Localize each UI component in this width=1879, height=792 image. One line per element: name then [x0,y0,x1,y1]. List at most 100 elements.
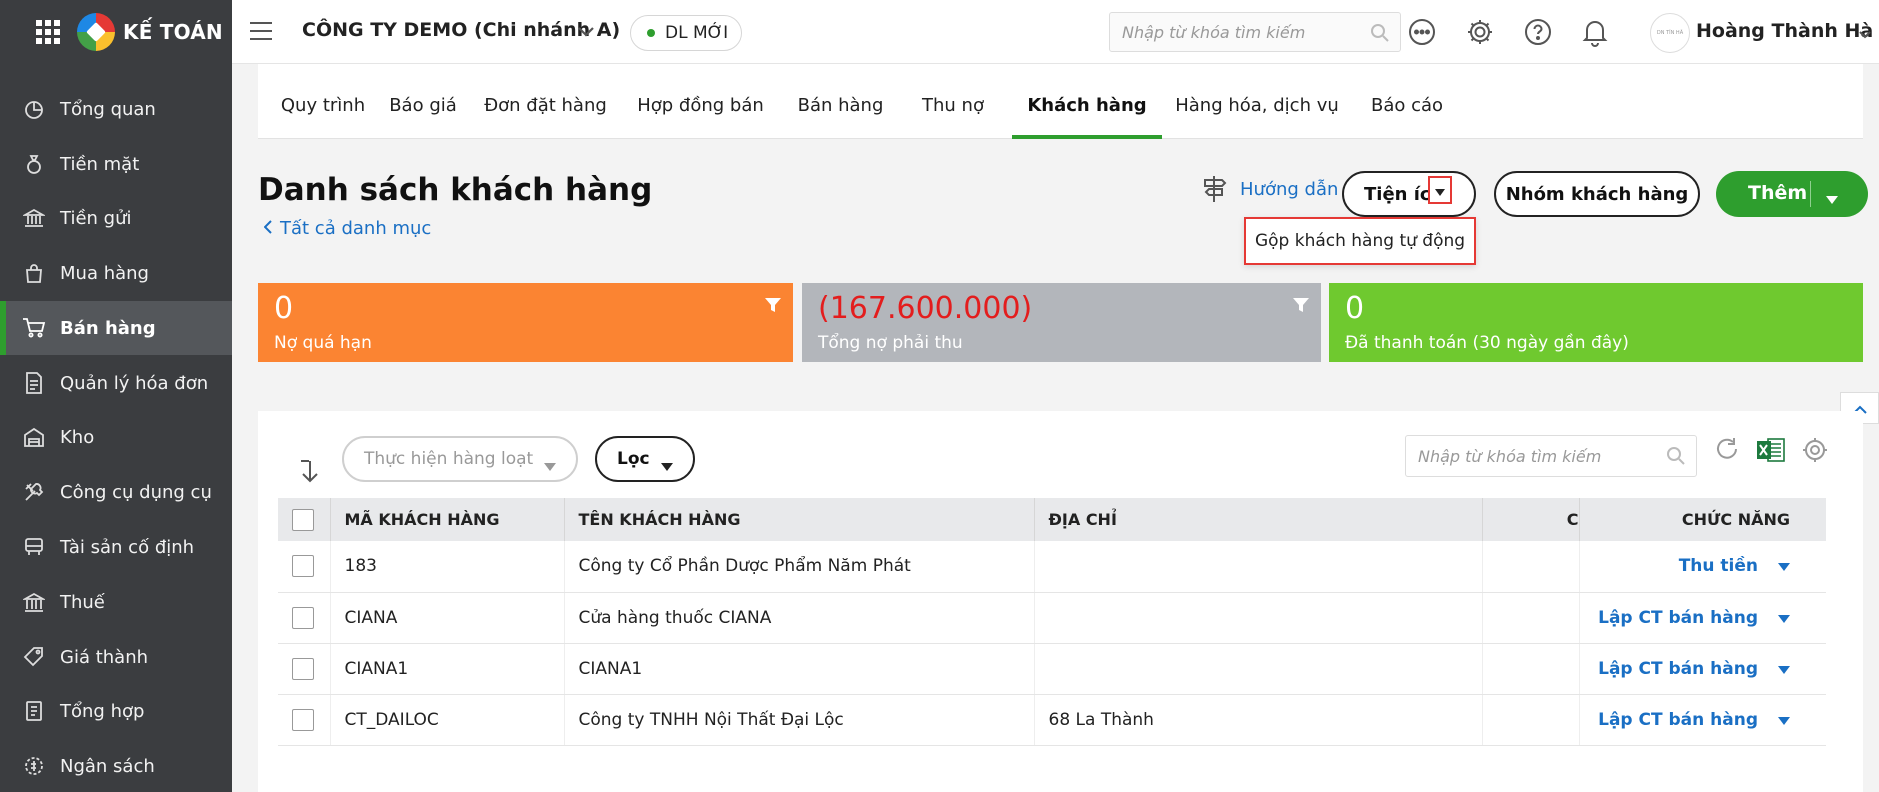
breadcrumb-label: Tất cả danh mục [280,218,432,239]
sidebar-item-tien-mat[interactable]: Tiền mặt [0,137,232,191]
column-header-address[interactable]: ĐỊA CHỈ [1034,498,1483,541]
column-header-extra[interactable]: C [1482,498,1580,541]
sidebar-item-gia-thanh[interactable]: Giá thành [0,630,232,684]
global-search-input[interactable]: Nhập từ khóa tìm kiếm [1109,12,1401,52]
user-name[interactable]: Hoàng Thành Hà [1696,20,1873,42]
row-action-cell: Lập CT bán hàng [1579,643,1826,695]
filter-icon[interactable] [765,297,781,318]
tab-ban-hang[interactable]: Bán hàng [778,64,903,139]
settings-gear-icon[interactable] [1465,17,1495,47]
sidebar-item-cong-cu-dung-cu[interactable]: Công cụ dụng cụ [0,465,232,519]
sidebar-item-quan-ly-hoa-don[interactable]: Quản lý hóa đơn [0,356,232,410]
bulk-action-button[interactable]: Thực hiện hàng loạt [342,436,578,482]
data-status-badge[interactable]: DL MỚI [630,15,742,51]
sidebar-item-label: Tổng quan [60,98,156,120]
customer-code: CT_DAILOC [330,694,565,746]
row-checkbox[interactable] [292,606,314,629]
refresh-icon[interactable] [1710,433,1744,467]
customer-name: Cửa hàng thuốc CIANA [564,592,1035,644]
company-selector[interactable]: CÔNG TY DEMO (Chi nhánh A) [302,19,620,41]
utilities-dropdown-toggle[interactable] [1428,176,1452,204]
avatar[interactable]: DN TÍN HÃ [1650,13,1690,53]
app-grid-icon[interactable] [36,20,60,44]
tab-thu-no[interactable]: Thu nợ [903,64,1003,139]
extra-cell [1482,643,1580,695]
search-icon[interactable] [1370,23,1390,47]
search-icon[interactable] [1666,446,1686,470]
row-action-link[interactable]: Lập CT bán hàng [1598,608,1758,628]
row-action-cell: Lập CT bán hàng [1579,592,1826,644]
row-action-cell: Lập CT bán hàng [1579,694,1826,746]
help-icon[interactable] [1523,17,1553,47]
row-action-link[interactable]: Lập CT bán hàng [1598,659,1758,679]
tab-bao-gia[interactable]: Báo giá [378,64,468,139]
row-checkbox[interactable] [292,708,314,731]
excel-export-icon[interactable] [1754,433,1788,467]
bulk-action-label: Thực hiện hàng loạt [364,449,534,469]
sidebar-item-tong-hop[interactable]: Tổng hợp [0,684,232,738]
utilities-button[interactable]: Tiện ích [1342,171,1476,217]
caret-down-icon[interactable] [1778,556,1790,576]
sidebar-item-tong-quan[interactable]: Tổng quan [0,82,232,136]
caret-down-icon[interactable] [1778,659,1790,679]
sidebar-item-tien-gui[interactable]: Tiền gửi [0,191,232,245]
overdue-debt-card[interactable]: 0 Nợ quá hạn [258,283,793,362]
caret-down-icon[interactable] [1778,710,1790,730]
row-select-cell [278,694,331,746]
sidebar-item-label: Thuế [60,591,105,613]
sort-arrow-icon[interactable] [298,457,322,490]
column-header-name[interactable]: TÊN KHÁCH HÀNG [564,498,1035,541]
sidebar-item-label: Tiền gửi [60,207,132,229]
row-action-link[interactable]: Thu tiền [1679,556,1758,576]
table-row[interactable]: CIANA Cửa hàng thuốc CIANA Lập CT bán hà… [278,592,1826,644]
paid-30-days-card[interactable]: 0 Đã thanh toán (30 ngày gần đây) [1329,283,1863,362]
caret-down-icon[interactable] [1778,608,1790,628]
row-checkbox[interactable] [292,657,314,680]
filter-button[interactable]: Lọc [595,436,695,482]
table-header-row: MÃ KHÁCH HÀNG TÊN KHÁCH HÀNG ĐỊA CHỈ C C… [278,498,1826,541]
column-header-code[interactable]: MÃ KHÁCH HÀNG [330,498,565,541]
tab-hang-hoa-dich-vu[interactable]: Hàng hóa, dịch vụ [1162,64,1352,139]
sidebar-item-label: Ngân sách [60,755,155,777]
customer-groups-button[interactable]: Nhóm khách hàng [1494,171,1700,217]
card-caption: Nợ quá hạn [274,333,372,353]
sidebar-item-mua-hang[interactable]: Mua hàng [0,246,232,300]
total-receivable-card[interactable]: (167.600.000) Tổng nợ phải thu [802,283,1321,362]
tab-quy-trinh[interactable]: Quy trình [268,64,378,139]
tab-don-dat-hang[interactable]: Đơn đặt hàng [468,64,623,139]
more-options-icon[interactable] [1407,17,1437,47]
menu-icon[interactable] [250,22,272,40]
sidebar-item-ngan-sach[interactable]: Ngân sách [0,739,232,792]
chevron-down-icon[interactable] [1858,24,1872,45]
sidebar-item-kho[interactable]: Kho [0,410,232,464]
sidebar-item-tai-san-co-dinh[interactable]: Tài sản cố định [0,520,232,574]
select-all-checkbox[interactable] [292,508,314,531]
guide-label: Hướng dẫn [1240,178,1339,200]
button-divider [1810,181,1811,207]
tab-hop-dong-ban[interactable]: Hợp đồng bán [623,64,778,139]
settings-gear-icon[interactable] [1798,433,1832,467]
notification-bell-icon[interactable] [1580,17,1610,47]
menu-item-auto-merge-customers[interactable]: Gộp khách hàng tự động [1244,217,1476,265]
row-select-cell [278,592,331,644]
summary-icon [22,699,46,723]
row-checkbox[interactable] [292,555,314,578]
tab-bao-cao[interactable]: Báo cáo [1352,64,1462,139]
list-search-input[interactable]: Nhập từ khóa tìm kiếm [1405,435,1697,477]
table-row[interactable]: CIANA1 CIANA1 Lập CT bán hàng [278,643,1826,695]
caret-down-icon[interactable] [1826,187,1838,209]
guide-link[interactable]: Hướng dẫn [1200,174,1338,204]
filter-icon[interactable] [1293,297,1309,318]
breadcrumb[interactable]: Tất cả danh mục [263,218,432,239]
chevron-down-icon[interactable] [577,22,595,43]
tab-khach-hang[interactable]: Khách hàng [1012,64,1162,139]
add-button[interactable]: Thêm [1716,171,1868,217]
table-row[interactable]: 183 Công ty Cổ Phần Dược Phẩm Năm Phát T… [278,541,1826,593]
sidebar-item-ban-hang[interactable]: Bán hàng [0,301,232,355]
row-action-link[interactable]: Lập CT bán hàng [1598,710,1758,730]
sidebar-item-thue[interactable]: Thuế [0,575,232,629]
sidebar-item-label: Tiền mặt [60,153,140,175]
table-row[interactable]: CT_DAILOC Công ty TNHH Nội Thất Đại Lộc … [278,694,1826,746]
caret-down-icon [661,456,673,476]
card-value: 0 [274,291,294,326]
